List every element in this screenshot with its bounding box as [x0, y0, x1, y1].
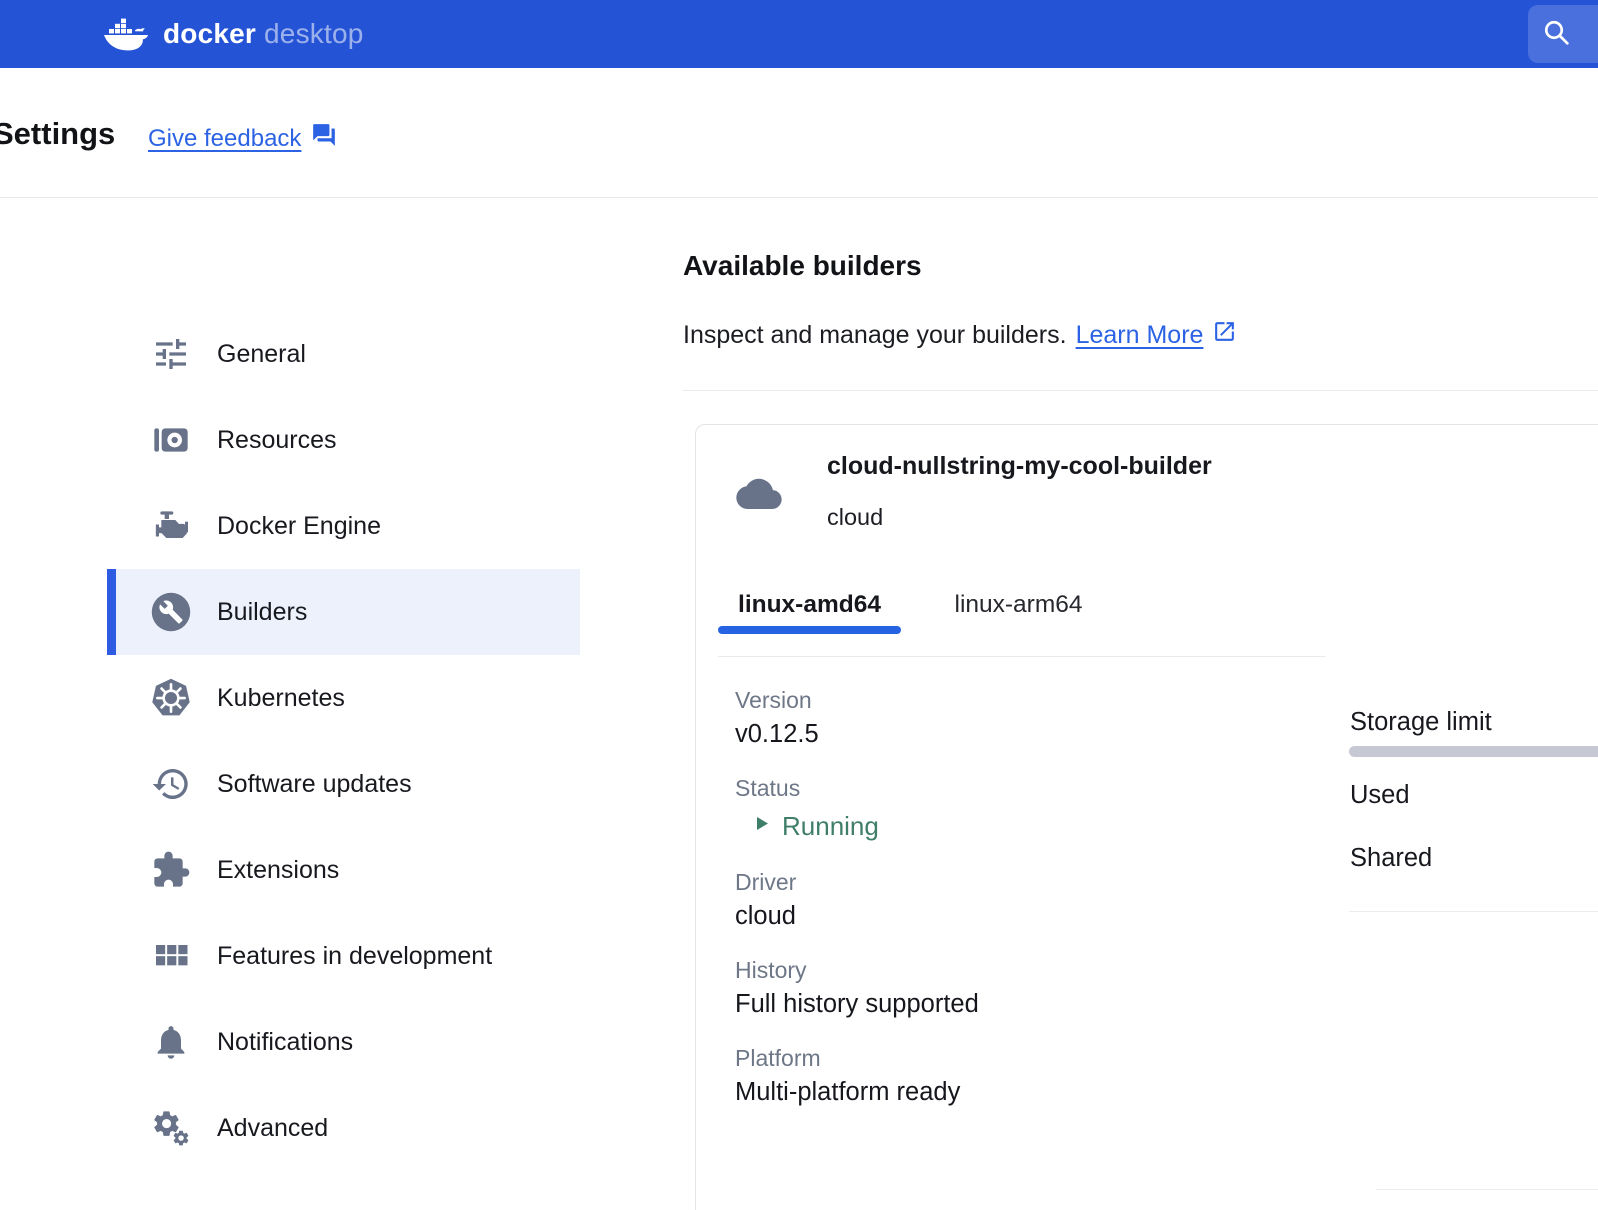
detail-history: History Full history supported	[735, 955, 979, 1021]
tab-divider	[718, 656, 1326, 657]
bell-icon	[150, 1021, 192, 1063]
kubernetes-icon	[150, 677, 192, 719]
expand-triangle-icon	[756, 815, 769, 837]
feedback-chat-icon	[311, 122, 337, 155]
search-icon	[1540, 16, 1572, 53]
description-text: Inspect and manage your builders.	[683, 321, 1067, 350]
detail-version: Version v0.12.5	[735, 685, 979, 751]
gears-icon	[150, 1107, 192, 1149]
tune-icon	[150, 333, 192, 375]
sidebar-item-kubernetes[interactable]: Kubernetes	[107, 655, 580, 741]
brand-text: dockerdesktop	[163, 18, 364, 50]
docker-desktop-settings-window: dockerdesktop Settings Give feedback	[0, 0, 1598, 1210]
section-description: Inspect and manage your builders. Learn …	[683, 319, 1237, 351]
detail-label: History	[735, 955, 979, 985]
section-divider	[683, 390, 1598, 391]
sidebar-item-resources[interactable]: Resources	[107, 397, 580, 483]
sidebar-item-label: Features in development	[217, 942, 492, 971]
puzzle-icon	[150, 849, 192, 891]
detail-value: Multi-platform ready	[735, 1075, 979, 1109]
detail-status: Status Running	[735, 773, 979, 845]
detail-value: cloud	[735, 899, 979, 933]
storage-divider	[1349, 911, 1598, 912]
brand-desktop: desktop	[264, 18, 363, 50]
storage-limit-label: Storage limit	[1350, 708, 1492, 737]
detail-platform: Platform Multi-platform ready	[735, 1043, 979, 1109]
detail-label: Version	[735, 685, 979, 715]
learn-more-link[interactable]: Learn More	[1076, 321, 1204, 350]
docker-whale-icon	[102, 16, 150, 52]
storage-used-label: Used	[1350, 781, 1410, 810]
history-icon	[150, 763, 192, 805]
tab-linux-arm64[interactable]: linux-arm64	[923, 585, 1114, 634]
storage-divider-bottom	[1376, 1189, 1598, 1190]
sidebar-item-label: Extensions	[217, 856, 339, 885]
builder-name: cloud-nullstring-my-cool-builder	[827, 452, 1212, 481]
brand-docker: docker	[163, 18, 256, 50]
storage-panel: Storage limit Used Shared	[1349, 425, 1598, 1210]
sidebar-item-label: Software updates	[217, 770, 412, 799]
sidebar-item-notifications[interactable]: Notifications	[107, 999, 580, 1085]
app-header: dockerdesktop	[0, 0, 1598, 68]
open-in-new-icon	[1212, 319, 1237, 351]
sidebar-item-features-in-development[interactable]: Features in development	[107, 913, 580, 999]
builder-details: Version v0.12.5 Status Running Driver cl…	[735, 685, 979, 1131]
status-expander[interactable]: Running	[735, 807, 979, 845]
give-feedback-link[interactable]: Give feedback	[148, 122, 337, 155]
wrench-icon	[150, 591, 192, 633]
section-heading: Available builders	[683, 250, 922, 282]
sidebar-item-label: Kubernetes	[217, 684, 345, 713]
detail-driver: Driver cloud	[735, 867, 979, 933]
detail-label: Driver	[735, 867, 979, 897]
settings-sidebar: General Resources	[107, 311, 580, 1171]
builder-card: cloud-nullstring-my-cool-builder cloud l…	[695, 424, 1598, 1210]
sidebar-item-docker-engine[interactable]: Docker Engine	[107, 483, 580, 569]
docker-desktop-logo: dockerdesktop	[102, 0, 364, 68]
sidebar-item-label: Notifications	[217, 1028, 353, 1057]
sidebar-item-advanced[interactable]: Advanced	[107, 1085, 580, 1171]
grid-icon	[150, 935, 192, 977]
sidebar-item-general[interactable]: General	[107, 311, 580, 397]
detail-label: Status	[735, 773, 979, 803]
header-divider	[0, 197, 1598, 198]
sidebar-item-label: Builders	[217, 598, 307, 627]
sidebar-item-software-updates[interactable]: Software updates	[107, 741, 580, 827]
sidebar-item-label: Resources	[217, 426, 337, 455]
detail-value: v0.12.5	[735, 717, 979, 751]
page-title: Settings	[0, 116, 115, 152]
global-search-input[interactable]	[1528, 5, 1598, 63]
detail-value: Full history supported	[735, 987, 979, 1021]
sidebar-item-label: Docker Engine	[217, 512, 381, 541]
storage-limit-progressbar	[1349, 746, 1598, 757]
cloud-icon	[736, 475, 782, 514]
give-feedback-label: Give feedback	[148, 125, 301, 153]
engine-icon	[150, 505, 192, 547]
sidebar-item-builders[interactable]: Builders	[107, 569, 580, 655]
sidebar-item-label: Advanced	[217, 1114, 328, 1143]
sidebar-item-label: General	[217, 340, 306, 369]
sidebar-item-extensions[interactable]: Extensions	[107, 827, 580, 913]
detail-label: Platform	[735, 1043, 979, 1073]
status-value: Running	[782, 811, 879, 842]
resources-icon	[150, 419, 192, 461]
tab-linux-amd64[interactable]: linux-amd64	[718, 585, 901, 634]
storage-shared-label: Shared	[1350, 844, 1432, 873]
builder-subtitle: cloud	[827, 504, 883, 531]
